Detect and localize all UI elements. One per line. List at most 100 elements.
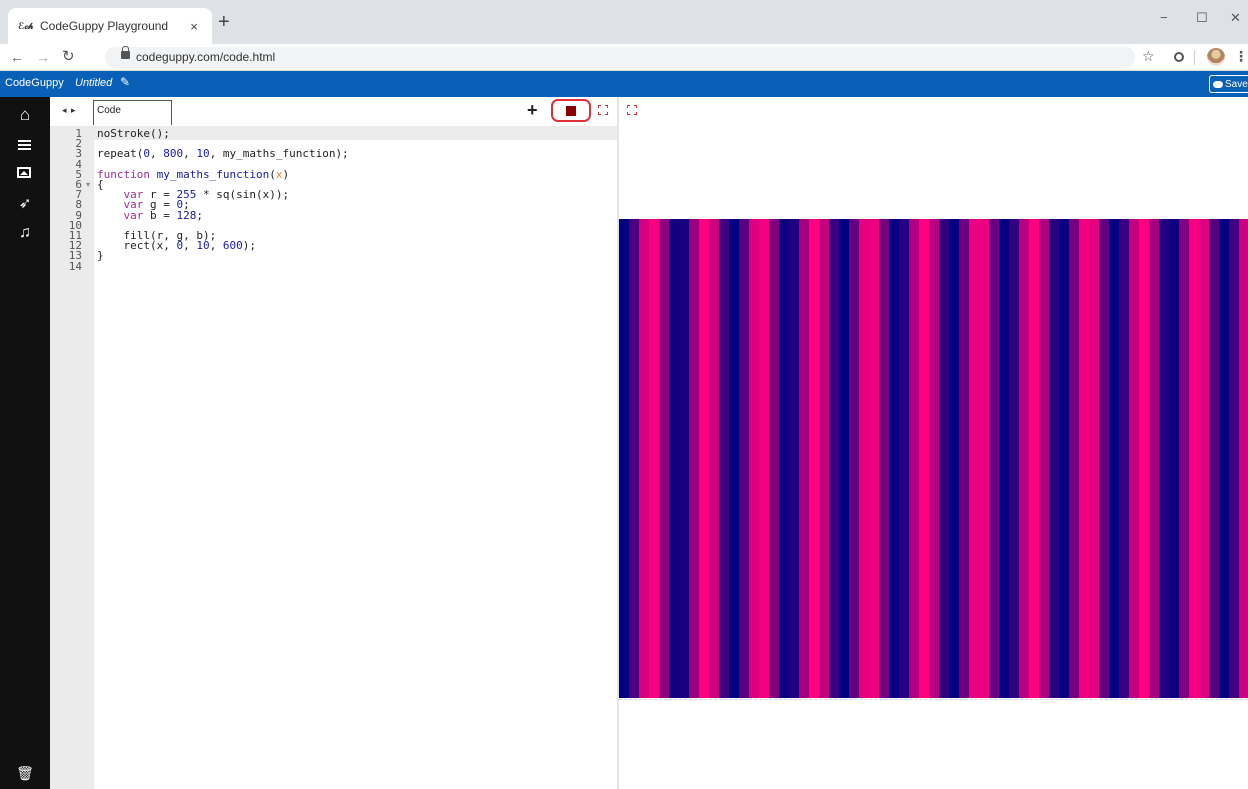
canvas-stripe <box>1199 219 1209 698</box>
canvas-stripe <box>989 219 999 698</box>
tab-close-icon[interactable]: × <box>186 19 202 34</box>
canvas-stripe <box>679 219 689 698</box>
canvas-stripe <box>1179 219 1189 698</box>
tab-scroll-arrows[interactable]: ◂ ▸ <box>62 105 77 116</box>
canvas-stripe <box>1139 219 1149 698</box>
canvas-stripe <box>1119 219 1129 698</box>
app-header: CodeGuppy Untitled ✎ Save <box>0 71 1248 97</box>
reload-icon[interactable]: ↻ <box>62 49 75 65</box>
canvas-stripe <box>879 219 889 698</box>
maximize-button[interactable]: ☐ <box>1196 10 1208 26</box>
canvas-stripe <box>759 219 769 698</box>
output-fullscreen-icon[interactable] <box>627 105 637 115</box>
codeguppy-favicon-icon: ℰ𝒸𝒽 <box>18 20 34 31</box>
stop-button[interactable] <box>551 99 591 122</box>
canvas-stripe <box>819 219 829 698</box>
trash-icon[interactable]: 🗑 <box>0 765 50 782</box>
canvas-stripe <box>1019 219 1029 698</box>
profile-avatar[interactable] <box>1207 48 1225 66</box>
left-sidebar: ⌂ ➶ ♫ 🗑 <box>0 97 50 789</box>
output-canvas[interactable] <box>619 219 1248 698</box>
canvas-stripe <box>919 219 929 698</box>
canvas-stripe <box>949 219 959 698</box>
browser-toolbar: ← → ↻ codeguppy.com/code.html ☆ ⋮ <box>0 44 1248 71</box>
canvas-stripe <box>1239 219 1248 698</box>
canvas-stripe <box>639 219 649 698</box>
line-number-gutter: 1 2 3 4 5 6 ▾ 7 8 9 10 11 12 13 14 <box>50 126 94 789</box>
canvas-stripe <box>1149 219 1159 698</box>
rocket-icon[interactable]: ➶ <box>0 194 50 212</box>
canvas-stripe <box>1129 219 1139 698</box>
back-arrow-icon[interactable]: ← <box>10 49 24 65</box>
canvas-stripe <box>779 219 789 698</box>
canvas-stripe <box>699 219 709 698</box>
image-icon[interactable] <box>17 167 31 178</box>
canvas-stripe <box>859 219 869 698</box>
canvas-stripe <box>1229 219 1239 698</box>
canvas-stripe <box>769 219 779 698</box>
canvas-stripe <box>1069 219 1079 698</box>
music-icon[interactable]: ♫ <box>0 224 50 242</box>
code-line: noStroke(); <box>97 127 170 140</box>
save-button[interactable]: Save <box>1209 75 1248 93</box>
fold-icon[interactable]: ▾ <box>86 180 90 189</box>
canvas-stripe <box>629 219 639 698</box>
canvas-stripe <box>729 219 739 698</box>
canvas-stripe <box>1189 219 1199 698</box>
canvas-stripe <box>1009 219 1019 698</box>
brand-link[interactable]: CodeGuppy <box>5 77 64 89</box>
code-text-area[interactable]: noStroke(); repeat(0, 800, 10, my_maths_f… <box>94 126 617 789</box>
canvas-stripe <box>789 219 799 698</box>
editor-toolbar: ◂ ▸ Code + <box>50 97 617 126</box>
canvas-stripe <box>659 219 669 698</box>
browser-menu-icon[interactable]: ⋮ <box>1234 48 1248 65</box>
canvas-stripe <box>1029 219 1039 698</box>
canvas-stripe <box>939 219 949 698</box>
canvas-stripe <box>1219 219 1229 698</box>
fullscreen-icon[interactable] <box>598 105 608 115</box>
canvas-stripe <box>889 219 899 698</box>
output-panel <box>619 97 1248 789</box>
code-line: } <box>97 249 104 263</box>
canvas-stripe <box>689 219 699 698</box>
canvas-stripe <box>929 219 939 698</box>
code-line: function my_maths_function(x) <box>97 167 290 181</box>
canvas-stripe <box>1099 219 1109 698</box>
canvas-stripe <box>969 219 979 698</box>
canvas-stripe <box>749 219 759 698</box>
canvas-stripe <box>1059 219 1069 698</box>
canvas-stripe <box>1049 219 1059 698</box>
canvas-stripe <box>669 219 679 698</box>
address-bar[interactable]: codeguppy.com/code.html <box>105 46 1135 68</box>
tab-title: CodeGuppy Playground <box>40 19 169 33</box>
code-line: var b = 128; <box>123 208 204 222</box>
canvas-stripe <box>1159 219 1169 698</box>
canvas-stripe <box>1169 219 1179 698</box>
pencil-icon[interactable]: ✎ <box>120 75 130 89</box>
canvas-stripe <box>739 219 749 698</box>
canvas-stripe <box>899 219 909 698</box>
code-tab[interactable]: Code <box>93 100 172 125</box>
minimize-button[interactable]: − <box>1160 10 1168 25</box>
close-window-button[interactable]: ✕ <box>1230 10 1241 26</box>
stop-icon <box>566 105 576 116</box>
canvas-stripe <box>809 219 819 698</box>
home-icon[interactable]: ⌂ <box>0 105 50 125</box>
code-line: repeat(0, 800, 10, my_maths_function); <box>97 147 349 161</box>
canvas-stripe <box>849 219 859 698</box>
cloud-icon <box>1213 80 1223 88</box>
forward-arrow-icon[interactable]: → <box>36 49 50 65</box>
canvas-stripe <box>909 219 919 698</box>
canvas-stripe <box>839 219 849 698</box>
canvas-stripe <box>1039 219 1049 698</box>
code-line: rect(x, 0, 10, 600); <box>97 239 256 253</box>
extension-icon[interactable] <box>1174 52 1184 62</box>
browser-tab[interactable]: ℰ𝒸𝒽 CodeGuppy Playground × <box>8 8 212 44</box>
save-label: Save <box>1225 78 1248 90</box>
toolbar-separator <box>1194 50 1195 65</box>
bookmark-star-icon[interactable]: ☆ <box>1142 48 1155 65</box>
document-name[interactable]: Untitled <box>75 77 112 89</box>
new-tab-button[interactable]: + <box>218 12 230 32</box>
menu-icon[interactable] <box>18 140 31 150</box>
add-tab-button[interactable]: + <box>527 100 538 121</box>
